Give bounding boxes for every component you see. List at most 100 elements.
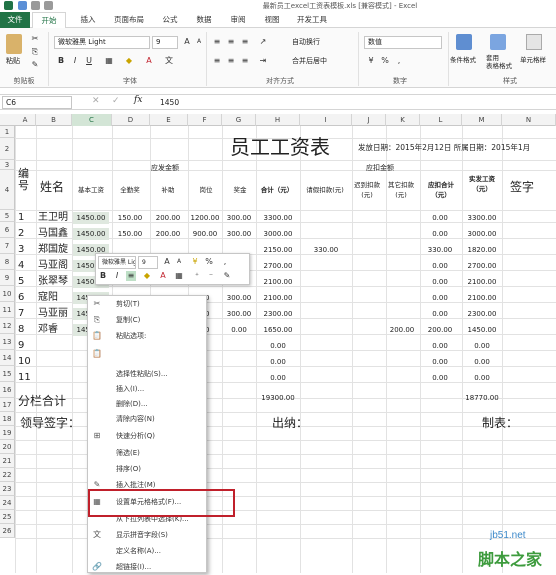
merge-center-button[interactable]: 合并后居中 bbox=[292, 56, 327, 66]
row-header[interactable]: 19 bbox=[0, 426, 15, 440]
table-cell-dtotal[interactable]: 0.00 bbox=[420, 276, 460, 288]
table-cell-actual[interactable]: 2100.00 bbox=[462, 292, 502, 304]
table-cell-dtotal[interactable]: 0.00 bbox=[420, 228, 460, 240]
orientation-icon[interactable]: ↗ bbox=[258, 37, 268, 47]
paste-label[interactable]: 粘贴 bbox=[6, 56, 20, 66]
column-header[interactable]: H bbox=[256, 114, 300, 126]
row-header[interactable]: 10 bbox=[0, 286, 15, 302]
table-cell-dtotal[interactable]: 0.00 bbox=[420, 292, 460, 304]
table-cell-no[interactable]: 3 bbox=[18, 244, 34, 256]
number-format-select[interactable]: 数值 bbox=[364, 36, 442, 49]
tab-formulas[interactable]: 公式 bbox=[156, 12, 184, 28]
table-cell-name[interactable]: 马亚阁 bbox=[38, 260, 72, 272]
column-header[interactable]: G bbox=[222, 114, 256, 126]
table-cell-total[interactable]: 2700.00 bbox=[258, 260, 298, 272]
format-painter-icon[interactable]: ✎ bbox=[30, 60, 40, 70]
row-header[interactable]: 2 bbox=[0, 138, 15, 160]
column-header[interactable]: D bbox=[112, 114, 150, 126]
column-header[interactable]: J bbox=[352, 114, 386, 126]
row-header[interactable]: 8 bbox=[0, 254, 15, 270]
tab-home[interactable]: 开始 bbox=[32, 12, 66, 28]
table-cell-actual[interactable]: 0.00 bbox=[462, 372, 502, 384]
table-cell-total[interactable]: 3000.00 bbox=[258, 228, 298, 240]
cut-icon[interactable]: ✂ bbox=[30, 34, 40, 44]
row-header[interactable]: 26 bbox=[0, 524, 15, 538]
column-header[interactable]: A bbox=[15, 114, 36, 126]
font-color-icon[interactable]: A bbox=[144, 56, 154, 66]
table-cell-total[interactable]: 0.00 bbox=[258, 356, 298, 368]
enter-icon[interactable]: ✓ bbox=[112, 96, 120, 106]
table-cell-no[interactable]: 10 bbox=[18, 356, 34, 368]
align-center-icon[interactable]: ≡ bbox=[226, 56, 236, 66]
formula-input[interactable]: 1450 bbox=[160, 96, 360, 109]
row-header[interactable]: 7 bbox=[0, 238, 15, 254]
table-cell-actual[interactable]: 2700.00 bbox=[462, 260, 502, 272]
context-menu-item[interactable]: 插入(I)... bbox=[88, 382, 206, 397]
mini-font-select[interactable]: 微软雅黑 Light bbox=[98, 256, 136, 269]
align-left-icon[interactable]: ≡ bbox=[212, 56, 222, 66]
context-menu-item[interactable]: 筛选(E) bbox=[88, 446, 206, 461]
mini-bold-icon[interactable]: B bbox=[98, 271, 108, 281]
table-cell-total[interactable]: 2300.00 bbox=[258, 308, 298, 320]
column-header[interactable]: E bbox=[150, 114, 188, 126]
context-menu-item[interactable]: 快速分析(Q) bbox=[88, 429, 206, 444]
table-cell-dtotal[interactable]: 0.00 bbox=[420, 212, 460, 224]
mini-border-icon[interactable]: ▦ bbox=[174, 271, 184, 281]
context-menu-item[interactable]: 显示拼音字段(S) bbox=[88, 528, 206, 543]
font-name-select[interactable]: 微软雅黑 Light bbox=[54, 36, 150, 49]
column-header[interactable]: B bbox=[36, 114, 72, 126]
row-header[interactable]: 15 bbox=[0, 366, 15, 382]
row-header[interactable]: 6 bbox=[0, 222, 15, 238]
table-cell-total[interactable]: 0.00 bbox=[258, 340, 298, 352]
context-menu-item[interactable]: 清除内容(N) bbox=[88, 412, 206, 427]
mini-fill-color-icon[interactable]: ◆ bbox=[142, 271, 152, 281]
comma-icon[interactable]: , bbox=[394, 56, 404, 66]
row-header[interactable]: 18 bbox=[0, 412, 15, 426]
table-cell-total[interactable]: 2150.00 bbox=[258, 244, 298, 256]
column-header[interactable]: M bbox=[462, 114, 502, 126]
conditional-format-label[interactable]: 条件格式 bbox=[450, 54, 476, 64]
table-cell-bonus[interactable]: 300.00 bbox=[222, 292, 256, 304]
table-cell-name[interactable]: 郑国旋 bbox=[38, 244, 72, 256]
row-header[interactable]: 1 bbox=[0, 126, 15, 138]
column-header[interactable]: F bbox=[188, 114, 222, 126]
table-format-label[interactable]: 套用 表格格式 bbox=[486, 54, 512, 70]
tab-insert[interactable]: 插入 bbox=[74, 12, 102, 28]
table-cell-bonus[interactable]: 0.00 bbox=[222, 324, 256, 336]
table-cell-full[interactable]: 150.00 bbox=[112, 228, 148, 240]
save-icon[interactable] bbox=[18, 1, 27, 10]
bold-icon[interactable]: B bbox=[56, 56, 66, 66]
column-header[interactable]: N bbox=[502, 114, 556, 126]
tab-page-layout[interactable]: 页面布局 bbox=[108, 12, 150, 28]
percent-icon[interactable]: % bbox=[380, 56, 390, 66]
row-header[interactable]: 11 bbox=[0, 302, 15, 318]
table-cell-bonus[interactable]: 300.00 bbox=[222, 228, 256, 240]
table-cell-sub[interactable]: 200.00 bbox=[150, 228, 186, 240]
table-cell-no[interactable]: 6 bbox=[18, 292, 34, 304]
mini-shrink-font-icon[interactable]: A bbox=[174, 257, 184, 267]
context-menu-item[interactable]: 排序(O) bbox=[88, 462, 206, 477]
align-right-icon[interactable]: ≡ bbox=[240, 56, 250, 66]
paste-icon[interactable] bbox=[6, 34, 22, 54]
table-cell-leave[interactable]: 330.00 bbox=[302, 244, 350, 256]
table-cell-dtotal[interactable]: 0.00 bbox=[420, 356, 460, 368]
tab-file[interactable]: 文件 bbox=[0, 12, 30, 28]
column-header[interactable]: I bbox=[300, 114, 352, 126]
mini-font-color-icon[interactable]: A bbox=[158, 271, 168, 281]
table-cell-total[interactable]: 1650.00 bbox=[258, 324, 298, 336]
table-cell-name[interactable]: 张翠琴 bbox=[38, 276, 72, 288]
table-cell-dtotal[interactable]: 0.00 bbox=[420, 260, 460, 272]
row-header[interactable]: 17 bbox=[0, 398, 15, 412]
table-cell-no[interactable]: 9 bbox=[18, 340, 34, 352]
row-header[interactable]: 13 bbox=[0, 334, 15, 350]
phonetic-icon[interactable]: 文 bbox=[164, 56, 174, 66]
mini-currency-icon[interactable]: ¥ bbox=[190, 257, 200, 267]
mini-format-painter-icon[interactable]: ✎ bbox=[222, 271, 232, 281]
table-cell-actual[interactable]: 3000.00 bbox=[462, 228, 502, 240]
column-header[interactable]: K bbox=[386, 114, 420, 126]
row-header[interactable]: 5 bbox=[0, 210, 15, 222]
tab-view[interactable]: 视图 bbox=[258, 12, 286, 28]
context-menu-item[interactable] bbox=[88, 347, 206, 362]
redo-icon[interactable] bbox=[44, 1, 53, 10]
conditional-format-icon[interactable] bbox=[456, 34, 472, 50]
